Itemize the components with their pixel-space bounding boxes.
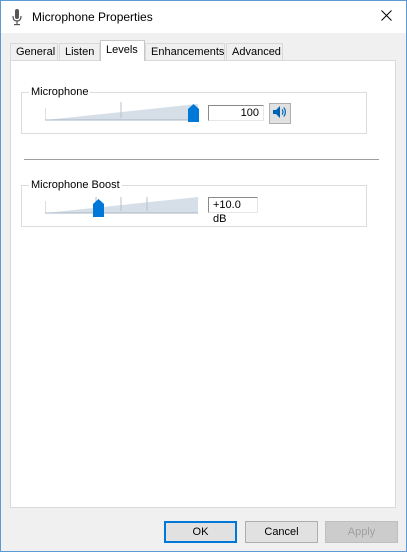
ok-button[interactable]: OK (164, 521, 237, 543)
tab-levels[interactable]: Levels (100, 40, 145, 61)
boost-slider-track (45, 197, 198, 214)
window-title: Microphone Properties (32, 10, 153, 24)
microphone-level-slider[interactable] (45, 102, 199, 124)
properties-dialog: Microphone Properties General Listen Lev… (0, 0, 407, 552)
microphone-boost-value: +10.0 dB (208, 197, 258, 225)
tab-listen[interactable]: Listen (59, 43, 100, 61)
apply-button[interactable]: Apply (325, 521, 398, 543)
microphone-group: Microphone 100 (21, 85, 367, 134)
mute-button[interactable] (269, 103, 291, 124)
close-icon (380, 10, 392, 24)
boost-slider-thumb[interactable] (93, 199, 104, 217)
close-button[interactable] (366, 1, 406, 33)
group-separator (24, 159, 379, 160)
tab-enhancements[interactable]: Enhancements (145, 43, 225, 61)
microphone-level-value[interactable]: 100 (208, 105, 264, 121)
microphone-boost-slider[interactable] (45, 195, 199, 217)
tab-advanced[interactable]: Advanced (226, 43, 283, 61)
microphone-label: Microphone (29, 85, 91, 99)
microphone-slider-track (45, 102, 198, 121)
microphone-boost-group: Microphone Boost +10.0 dB (21, 178, 367, 227)
microphone-icon (11, 9, 23, 26)
speaker-icon (273, 106, 287, 121)
microphone-boost-label: Microphone Boost (29, 178, 122, 192)
title-bar: Microphone Properties (1, 1, 406, 33)
cancel-button[interactable]: Cancel (245, 521, 318, 543)
tab-general[interactable]: General (10, 43, 58, 61)
microphone-slider-thumb[interactable] (188, 104, 199, 122)
levels-panel: Microphone 100 Microphone Boost +10.0 dB (10, 60, 396, 508)
